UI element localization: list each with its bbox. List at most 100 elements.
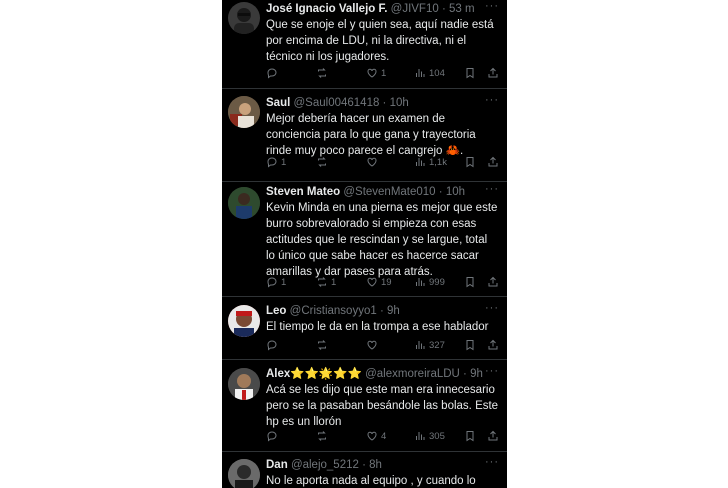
views-button[interactable]: 104 [414, 66, 445, 80]
retweet-button[interactable] [316, 338, 331, 352]
tweet-time[interactable]: 9h [387, 305, 400, 317]
more-options-icon[interactable]: ··· [485, 302, 499, 314]
author-name[interactable]: Leo [266, 305, 286, 317]
tweet-time[interactable]: 53 m [449, 3, 475, 15]
more-options-icon[interactable]: ··· [485, 0, 499, 12]
views-button[interactable]: 999 [414, 275, 445, 289]
reply-icon [267, 431, 277, 442]
tweet[interactable]: Dan @alejo_5212 · 8h ··· No le aporta na… [222, 451, 507, 488]
views-button[interactable]: 1,1k [414, 155, 447, 169]
tweet-header: José Ignacio Vallejo F. @JIVF10 · 53 m [266, 3, 475, 15]
reply-button[interactable]: 1 [266, 275, 286, 289]
avatar[interactable] [228, 2, 260, 34]
retweet-icon [318, 157, 326, 167]
reply-icon [267, 157, 277, 168]
more-options-icon[interactable]: ··· [485, 183, 499, 195]
author-handle[interactable]: @alejo_5212 [291, 459, 359, 471]
like-icon [367, 157, 377, 167]
like-icon [367, 68, 377, 78]
avatar[interactable] [228, 305, 260, 337]
tweet-text: Kevin Minda en una pierna es mejor que e… [266, 202, 498, 278]
author-handle[interactable]: @alexmoreiraLDU [365, 368, 460, 380]
share-button[interactable] [487, 429, 499, 443]
views-button[interactable]: 305 [414, 429, 445, 443]
reply-icon [267, 277, 277, 288]
share-icon [488, 67, 498, 78]
reply-icon [267, 340, 277, 351]
author-handle[interactable]: @JIVF10 [391, 3, 439, 15]
tweet-text: El tiempo le da en la trompa a ese habla… [266, 321, 489, 333]
tweet[interactable]: Alex⭐⭐🌟⭐⭐ @alexmoreiraLDU · 9h ··· Acá s… [222, 359, 507, 452]
retweet-icon [318, 68, 326, 78]
tweet-time[interactable]: 9h [470, 368, 483, 380]
more-options-icon[interactable]: ··· [485, 456, 499, 468]
share-icon [488, 156, 498, 167]
tweet-text: Mejor debería hacer un examen de concien… [266, 113, 476, 157]
bookmark-icon [466, 68, 474, 79]
avatar[interactable] [228, 187, 260, 219]
share-button[interactable] [487, 275, 499, 289]
bookmark-button[interactable] [464, 66, 476, 80]
like-button[interactable]: 1 [366, 66, 386, 80]
timeline: José Ignacio Vallejo F. @JIVF10 · 53 m ·… [222, 0, 507, 488]
tweet[interactable]: Leo @Cristiansoyyo1 · 9h ··· El tiempo l… [222, 296, 507, 360]
like-button[interactable] [366, 155, 381, 169]
share-button[interactable] [487, 66, 499, 80]
bookmark-icon [466, 157, 474, 168]
bookmark-icon [466, 340, 474, 351]
bookmark-button[interactable] [464, 429, 476, 443]
tweet-text: Que se enoje el y quien sea, aquí nadie … [266, 19, 494, 63]
tweet-text: Acá se les dijo que este man era inneces… [266, 384, 499, 428]
like-icon [367, 431, 377, 441]
author-handle[interactable]: @Cristiansoyyo1 [290, 305, 377, 317]
author-name[interactable]: José Ignacio Vallejo F. [266, 3, 387, 15]
retweet-icon [318, 277, 326, 287]
author-handle[interactable]: @Saul00461418 [294, 97, 380, 109]
views-button[interactable]: 327 [414, 338, 445, 352]
retweet-button[interactable]: 1 [316, 275, 336, 289]
more-options-icon[interactable]: ··· [485, 94, 499, 106]
tweet-time[interactable]: 10h [446, 186, 465, 198]
tweet-time[interactable]: 10h [390, 97, 409, 109]
views-icon [416, 278, 425, 286]
author-name[interactable]: Alex⭐⭐🌟⭐⭐ [266, 368, 362, 380]
bookmark-button[interactable] [464, 275, 476, 289]
retweet-button[interactable] [316, 155, 331, 169]
tweet[interactable]: Steven Mateo @StevenMate010 · 10h ··· Ke… [222, 181, 507, 297]
bookmark-icon [466, 277, 474, 288]
author-name[interactable]: Saul [266, 97, 290, 109]
share-button[interactable] [487, 338, 499, 352]
share-icon [488, 276, 498, 287]
retweet-button[interactable] [316, 66, 331, 80]
bookmark-button[interactable] [464, 338, 476, 352]
views-icon [416, 158, 425, 166]
like-button[interactable]: 4 [366, 429, 386, 443]
reply-button[interactable] [266, 66, 281, 80]
share-icon [488, 430, 498, 441]
bookmark-icon [466, 431, 474, 442]
reply-button[interactable] [266, 338, 281, 352]
retweet-icon [318, 431, 326, 441]
share-button[interactable] [487, 155, 499, 169]
author-name[interactable]: Steven Mateo [266, 186, 340, 198]
avatar[interactable] [228, 96, 260, 128]
more-options-icon[interactable]: ··· [485, 365, 499, 377]
tweet[interactable]: Saul @Saul00461418 · 10h ··· Mejor deber… [222, 88, 507, 182]
author-name[interactable]: Dan [266, 459, 288, 471]
author-handle[interactable]: @StevenMate010 [343, 186, 435, 198]
avatar[interactable] [228, 368, 260, 400]
reply-button[interactable] [266, 429, 281, 443]
avatar[interactable] [228, 459, 260, 488]
retweet-button[interactable] [316, 429, 331, 443]
bookmark-button[interactable] [464, 155, 476, 169]
retweet-icon [318, 340, 326, 350]
like-icon [367, 340, 377, 350]
reply-icon [267, 68, 277, 79]
reply-button[interactable]: 1 [266, 155, 286, 169]
tweet-text: No le aporta nada al equipo , y cuando l… [266, 475, 476, 487]
like-button[interactable] [366, 338, 381, 352]
like-button[interactable]: 19 [366, 275, 392, 289]
tweet-time[interactable]: 8h [369, 459, 382, 471]
tweet[interactable]: José Ignacio Vallejo F. @JIVF10 · 53 m ·… [222, 0, 507, 89]
like-icon [367, 277, 377, 287]
